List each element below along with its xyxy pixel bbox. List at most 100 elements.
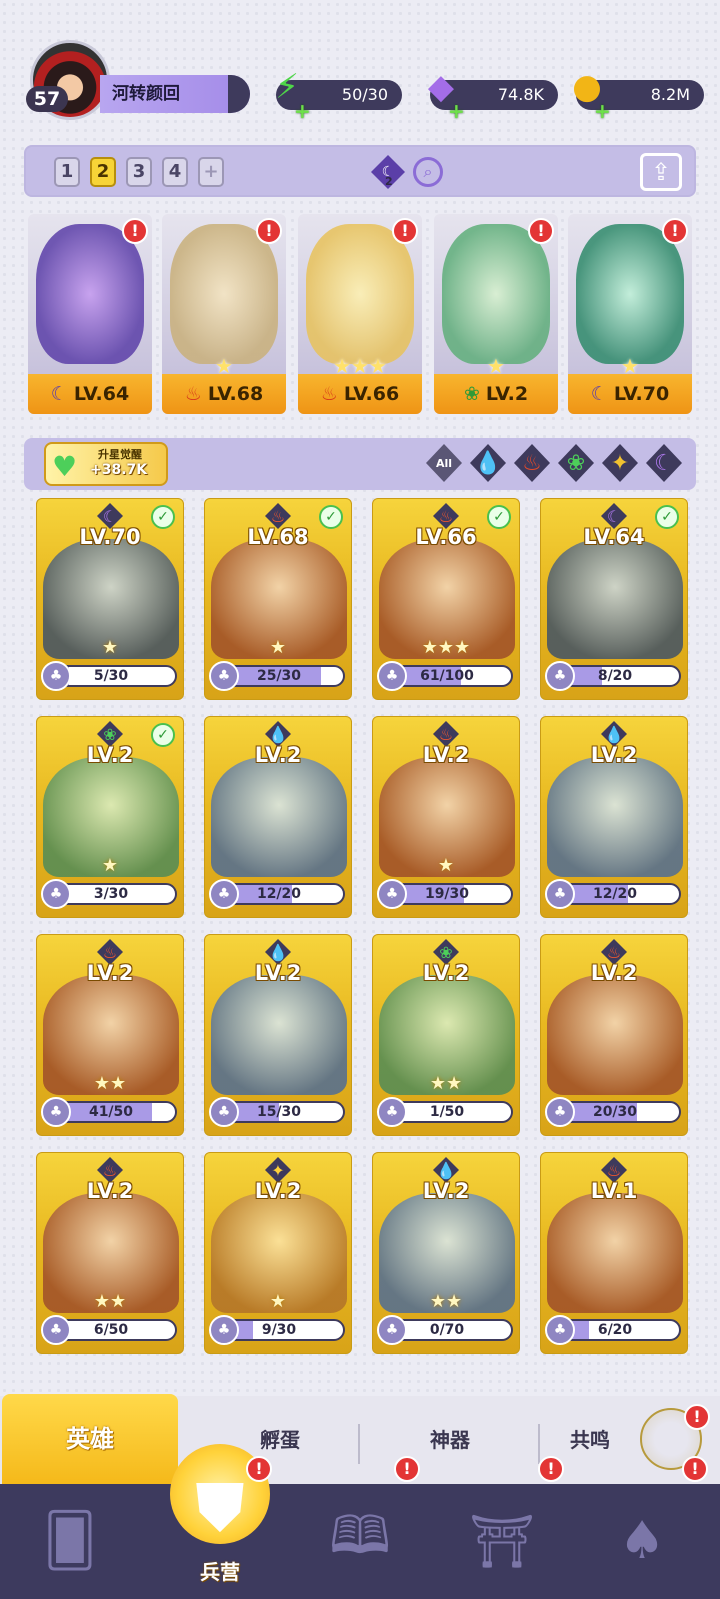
- alert-icon: !: [256, 218, 282, 244]
- hero-card[interactable]: ♨ LV.2 20/30 ♣: [540, 934, 688, 1136]
- hero-card[interactable]: ♨ LV.1 6/20 ♣: [540, 1152, 688, 1354]
- hero-level: LV.68: [207, 383, 264, 405]
- team-hero-card[interactable]: ★ ♨ LV.68 !: [162, 214, 286, 414]
- hero-portrait: [211, 757, 347, 877]
- hero-card[interactable]: 💧 LV.2 12/20 ♣: [204, 716, 352, 918]
- gold-counter[interactable]: ● + 8.2M: [572, 70, 704, 123]
- bottom-nav: 🂠 ⛊ 兵营 ! 🕮 ! ⛩ ! ♠ !: [0, 1444, 720, 1599]
- hero-portrait: [547, 539, 683, 659]
- hero-card[interactable]: ♨ LV.2 ★ 19/30 ♣: [372, 716, 520, 918]
- check-icon: ✓: [319, 505, 343, 529]
- shard-icon: ♣: [209, 661, 239, 691]
- alert-icon: !: [392, 218, 418, 244]
- hero-stars: ★: [269, 1291, 287, 1312]
- hero-stars: ★: [101, 855, 119, 876]
- alert-icon: !: [246, 1456, 272, 1482]
- check-icon: ✓: [151, 723, 175, 747]
- hero-stars: ★: [437, 855, 455, 876]
- alert-icon: !: [528, 218, 554, 244]
- hero-card[interactable]: 💧 LV.2 ★★ 0/70 ♣: [372, 1152, 520, 1354]
- fire-element-icon: ♨: [320, 383, 338, 405]
- shard-icon: ♣: [545, 1315, 575, 1345]
- nav-barracks-label: 兵营: [200, 1559, 240, 1584]
- hero-stars: ★★★: [421, 637, 471, 658]
- hero-level: LV.2: [86, 961, 134, 985]
- shard-icon: ♣: [41, 879, 71, 909]
- gem-value: 74.8K: [497, 85, 544, 104]
- shard-icon: ♣: [209, 1315, 239, 1345]
- share-icon[interactable]: ⇪: [640, 153, 682, 191]
- hero-card[interactable]: ☾ LV.64 ✓ 8/20 ♣: [540, 498, 688, 700]
- alert-icon: !: [394, 1456, 420, 1482]
- hero-card[interactable]: ✦ LV.2 ★ 9/30 ♣: [204, 1152, 352, 1354]
- plus-icon[interactable]: +: [594, 96, 611, 126]
- search-icon[interactable]: ⌕: [413, 157, 443, 187]
- map-book-icon[interactable]: 🕮: [310, 1496, 410, 1586]
- hero-stars: ★★: [93, 1073, 127, 1094]
- hero-level: LV.1: [590, 1179, 638, 1203]
- hero-card[interactable]: ♨ LV.66 ✓ ★★★ 61/100 ♣: [372, 498, 520, 700]
- hero-portrait: [170, 224, 278, 364]
- tab-bar: 英雄 孵蛋 神器 共鸣: [0, 1394, 720, 1484]
- cards-icon[interactable]: 🂠: [20, 1496, 120, 1586]
- hero-card[interactable]: 💧 LV.2 15/30 ♣: [204, 934, 352, 1136]
- check-icon: ✓: [487, 505, 511, 529]
- hero-level: LV.2: [485, 383, 529, 405]
- shard-icon: ♣: [41, 1097, 71, 1127]
- filter-all[interactable]: All: [426, 444, 462, 482]
- hero-portrait: [547, 1193, 683, 1313]
- mushroom-icon[interactable]: ♠: [592, 1496, 692, 1586]
- hero-portrait: [576, 224, 684, 364]
- barracks-icon: ⛊: [195, 1468, 245, 1546]
- hero-stars: ★★: [93, 1291, 127, 1312]
- tab-separator: [538, 1424, 540, 1464]
- hero-card[interactable]: 💧 LV.2 12/20 ♣: [540, 716, 688, 918]
- hero-level: LV.64: [73, 383, 130, 405]
- hero-card[interactable]: ❀ LV.2 ★★ 1/50 ♣: [372, 934, 520, 1136]
- filter-dark-icon[interactable]: ☾: [646, 444, 682, 482]
- team-page-add[interactable]: +: [198, 157, 224, 187]
- hero-card[interactable]: ♨ LV.2 ★★ 41/50 ♣: [36, 934, 184, 1136]
- filter-light-icon[interactable]: ✦: [602, 444, 638, 482]
- shrine-icon[interactable]: ⛩: [452, 1496, 552, 1586]
- team-hero-card[interactable]: ☾ LV.64 !: [28, 214, 152, 414]
- gold-value: 8.2M: [650, 85, 690, 104]
- hero-card[interactable]: ❀ LV.2 ✓ ★ 3/30 ♣: [36, 716, 184, 918]
- hero-card[interactable]: ♨ LV.68 ✓ ★ 25/30 ♣: [204, 498, 352, 700]
- hero-level: LV.2: [254, 743, 302, 767]
- top-bar: 57 河转颜回 ⚡ + 50/30 ◆ + 74.8K ● + 8.2M: [0, 0, 720, 130]
- gem-counter[interactable]: ◆ + 74.8K: [428, 70, 558, 123]
- tab-separator: [358, 1424, 360, 1464]
- rune-count: 2: [385, 175, 393, 188]
- awaken-button[interactable]: ♥ 升星觉醒 +38.7K: [44, 442, 168, 486]
- filter-fire-icon[interactable]: ♨: [514, 444, 550, 482]
- filter-nature-icon[interactable]: ❀: [558, 444, 594, 482]
- team-page-2[interactable]: 2: [90, 157, 116, 187]
- check-icon: ✓: [151, 505, 175, 529]
- dark-element-icon: ☾: [590, 383, 608, 405]
- filter-bar: ♥ 升星觉醒 +38.7K All 💧 ♨ ❀ ✦ ☾: [24, 438, 696, 490]
- alert-icon: !: [538, 1456, 564, 1482]
- shard-icon: ♣: [41, 1315, 71, 1345]
- hero-level: LV.2: [422, 743, 470, 767]
- team-hero-card[interactable]: ★★★ ♨ LV.66 !: [298, 214, 422, 414]
- shard-icon: ♣: [545, 879, 575, 909]
- fire-element-icon: ♨: [184, 383, 202, 405]
- plus-icon[interactable]: +: [294, 96, 311, 126]
- hero-card[interactable]: ☾ LV.70 ✓ ★ 5/30 ♣: [36, 498, 184, 700]
- team-page-4[interactable]: 4: [162, 157, 188, 187]
- filter-water-icon[interactable]: 💧: [470, 444, 506, 482]
- hero-portrait: [36, 224, 144, 364]
- hero-stars: ★★: [429, 1291, 463, 1312]
- team-hero-card[interactable]: ★ ☾ LV.70 !: [568, 214, 692, 414]
- team-hero-card[interactable]: ★ ❀ LV.2 !: [434, 214, 558, 414]
- shard-icon: ♣: [377, 1315, 407, 1345]
- team-page-3[interactable]: 3: [126, 157, 152, 187]
- team-page-1[interactable]: 1: [54, 157, 80, 187]
- tab-heroes[interactable]: 英雄: [2, 1394, 178, 1484]
- player-name[interactable]: 河转颜回: [100, 75, 250, 113]
- plus-icon[interactable]: +: [448, 96, 465, 126]
- energy-counter[interactable]: ⚡ + 50/30: [275, 70, 402, 123]
- hero-card[interactable]: ♨ LV.2 ★★ 6/50 ♣: [36, 1152, 184, 1354]
- hero-portrait: [547, 975, 683, 1095]
